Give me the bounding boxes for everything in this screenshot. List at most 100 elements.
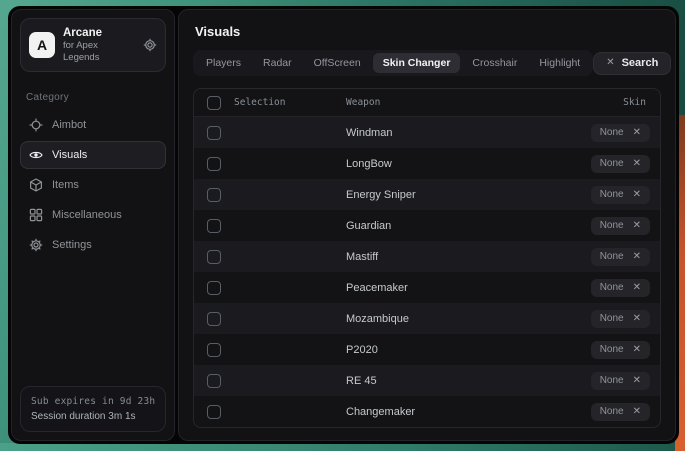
weapon-name: RE 45 — [346, 375, 377, 387]
skin-value: None — [600, 314, 624, 324]
column-header-selection: Selection — [234, 97, 285, 108]
app-titles: Arcane for Apex Legends — [63, 26, 135, 64]
app-subtitle: for Apex Legends — [63, 40, 135, 64]
column-header-weapon: Weapon — [346, 97, 380, 108]
tab[interactable]: Crosshair — [462, 53, 527, 73]
table-body: Windman None ✕ LongBow None ✕ — [194, 117, 660, 427]
remove-skin-icon[interactable]: ✕ — [633, 190, 641, 200]
sidebar-item-label: Aimbot — [52, 119, 86, 131]
row-checkbox[interactable] — [207, 405, 221, 419]
weapon-name: LongBow — [346, 158, 392, 170]
weapon-name: Peacemaker — [346, 282, 408, 294]
search-button-label: Search — [622, 58, 659, 69]
skin-badge[interactable]: None ✕ — [591, 248, 650, 266]
table-row: Peacemaker None ✕ — [194, 272, 660, 303]
skin-value: None — [600, 252, 624, 262]
tab[interactable]: OffScreen — [304, 53, 371, 73]
remove-skin-icon[interactable]: ✕ — [633, 345, 641, 355]
row-checkbox[interactable] — [207, 250, 221, 264]
skin-value: None — [600, 190, 624, 200]
sidebar-item-label: Settings — [52, 239, 92, 251]
page-title: Visuals — [195, 24, 661, 39]
skin-badge[interactable]: None ✕ — [591, 341, 650, 359]
row-checkbox[interactable] — [207, 312, 221, 326]
table-row: Guardian None ✕ — [194, 210, 660, 241]
weapon-name: P2020 — [346, 344, 378, 356]
cube-icon — [29, 178, 43, 192]
grid-icon — [29, 208, 43, 222]
table-header-row: Selection Weapon Skin — [194, 89, 660, 117]
search-shortcut-icon: ✕ — [606, 58, 614, 68]
skin-value: None — [600, 128, 624, 138]
weapon-name: Mozambique — [346, 313, 409, 325]
skin-badge[interactable]: None ✕ — [591, 310, 650, 328]
row-checkbox[interactable] — [207, 374, 221, 388]
row-checkbox[interactable] — [207, 281, 221, 295]
remove-skin-icon[interactable]: ✕ — [633, 407, 641, 417]
gear-icon[interactable] — [143, 38, 157, 52]
skin-value: None — [600, 221, 624, 231]
sidebar-item-label: Visuals — [52, 149, 87, 161]
sub-expires-text: Sub expires in 9d 23h — [31, 396, 155, 407]
row-checkbox[interactable] — [207, 188, 221, 202]
skin-value: None — [600, 376, 624, 386]
sidebar-item[interactable]: Settings — [20, 231, 166, 259]
sidebar: A Arcane for Apex Legends Category Aimbo… — [11, 9, 175, 441]
skin-badge[interactable]: None ✕ — [591, 217, 650, 235]
table-row: P2020 None ✕ — [194, 334, 660, 365]
remove-skin-icon[interactable]: ✕ — [633, 314, 641, 324]
remove-skin-icon[interactable]: ✕ — [633, 221, 641, 231]
main-panel: Visuals Players Radar OffScreen Skin Cha… — [178, 9, 676, 441]
tab[interactable]: Highlight — [529, 53, 590, 73]
tab[interactable]: Skin Changer — [373, 53, 461, 73]
skin-value: None — [600, 345, 624, 355]
tab[interactable]: Radar — [253, 53, 302, 73]
session-duration-text: Session duration 3m 1s — [31, 411, 155, 422]
table-row: Energy Sniper None ✕ — [194, 179, 660, 210]
sidebar-item[interactable]: Items — [20, 171, 166, 199]
remove-skin-icon[interactable]: ✕ — [633, 376, 641, 386]
skin-badge[interactable]: None ✕ — [591, 124, 650, 142]
sidebar-item[interactable]: Miscellaneous — [20, 201, 166, 229]
desktop-backdrop-teal — [0, 443, 675, 451]
tab-bar: Players Radar OffScreen Skin Changer Cro… — [193, 50, 593, 76]
skin-badge[interactable]: None ✕ — [591, 279, 650, 297]
skin-value: None — [600, 407, 624, 417]
skin-badge[interactable]: None ✕ — [591, 186, 650, 204]
app-name: Arcane — [63, 26, 135, 40]
sidebar-item[interactable]: Visuals — [20, 141, 166, 169]
remove-skin-icon[interactable]: ✕ — [633, 159, 641, 169]
skin-badge[interactable]: None ✕ — [591, 372, 650, 390]
app-window: A Arcane for Apex Legends Category Aimbo… — [8, 6, 679, 444]
skin-value: None — [600, 283, 624, 293]
skin-changer-table: Selection Weapon Skin Windman None ✕ Lo — [193, 88, 661, 428]
weapon-name: Energy Sniper — [346, 189, 416, 201]
remove-skin-icon[interactable]: ✕ — [633, 252, 641, 262]
weapon-name: Windman — [346, 127, 392, 139]
sidebar-item[interactable]: Aimbot — [20, 111, 166, 139]
search-button[interactable]: ✕ Search — [593, 52, 671, 75]
sidebar-item-label: Miscellaneous — [52, 209, 122, 221]
table-row: Changemaker None ✕ — [194, 396, 660, 427]
skin-badge[interactable]: None ✕ — [591, 155, 650, 173]
remove-skin-icon[interactable]: ✕ — [633, 128, 641, 138]
table-row: LongBow None ✕ — [194, 148, 660, 179]
table-row: RE 45 None ✕ — [194, 365, 660, 396]
table-row: Windman None ✕ — [194, 117, 660, 148]
skin-value: None — [600, 159, 624, 169]
remove-skin-icon[interactable]: ✕ — [633, 283, 641, 293]
app-logo: A — [29, 32, 55, 58]
select-all-checkbox[interactable] — [207, 96, 221, 110]
row-checkbox[interactable] — [207, 343, 221, 357]
skin-badge[interactable]: None ✕ — [591, 403, 650, 421]
row-checkbox[interactable] — [207, 126, 221, 140]
tab[interactable]: Players — [196, 53, 251, 73]
gear-icon — [29, 238, 43, 252]
category-label: Category — [26, 92, 160, 103]
row-checkbox[interactable] — [207, 219, 221, 233]
crosshair-icon — [29, 118, 43, 132]
row-checkbox[interactable] — [207, 157, 221, 171]
column-header-skin: Skin — [623, 97, 646, 108]
toolbar: Players Radar OffScreen Skin Changer Cro… — [193, 50, 661, 76]
eye-icon — [29, 148, 43, 162]
